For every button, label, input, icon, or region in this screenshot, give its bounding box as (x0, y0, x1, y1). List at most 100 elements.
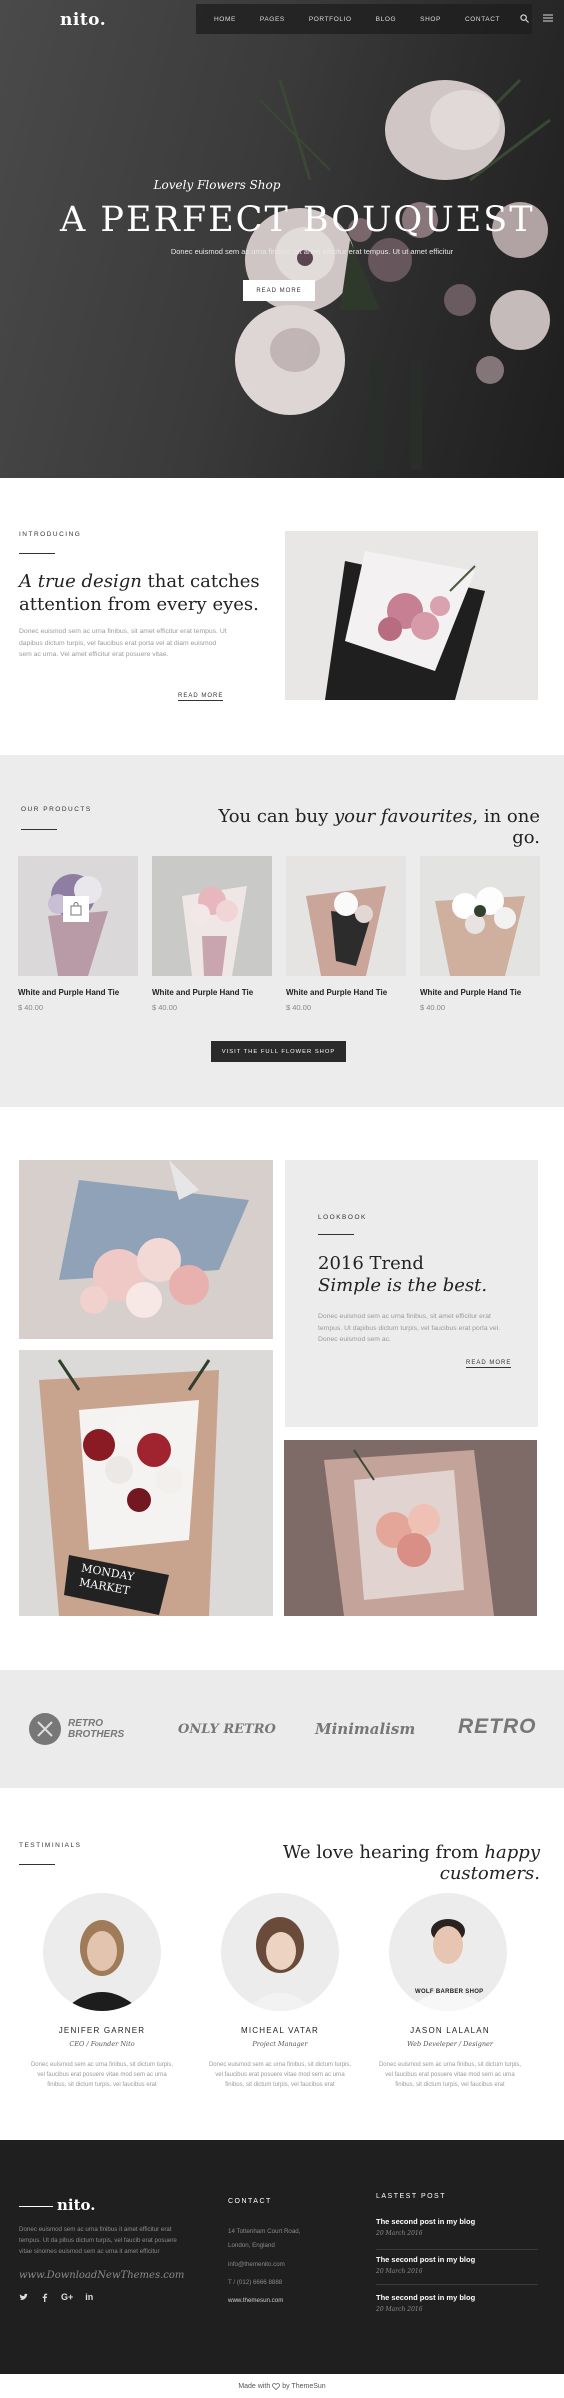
footer-post-date: 20 March 2016 (376, 2268, 423, 2275)
intro-divider (19, 553, 55, 554)
credit-pre: Made with (238, 2382, 271, 2390)
hero-description: Donec euismod sem ac urna finibus, sit a… (170, 247, 454, 256)
product-card-image[interactable] (286, 856, 406, 976)
testimonial-role: Web Develeper / Designer (407, 2040, 493, 2048)
hero-title: A PERFECT BOUQUEST (60, 200, 535, 240)
products-heading: You can buy your favourites, in one go. (200, 806, 540, 848)
brand-logo[interactable]: RETRO BROTHERS (28, 1712, 124, 1746)
hero-subtitle: Lovely Flowers Shop (153, 178, 281, 192)
footer-post-date: 20 March 2016 (376, 2306, 423, 2313)
hero-section: nito. HOME PAGES PORTFOLIO BLOG SHOP CON… (0, 0, 564, 478)
intro-heading-em: A true design (19, 571, 142, 592)
hero-flower-image (235, 78, 551, 470)
footer-logo[interactable]: nito. (57, 2196, 96, 2214)
intro-bouquet-image (285, 531, 538, 700)
footer-credit: Made with by ThemeSun (0, 2374, 564, 2398)
testimonial-name: JASON LALALAN (410, 2026, 490, 2035)
footer-posts-title: LASTEST POST (376, 2193, 446, 2200)
testimonial-quote: Donec euismod sem ac urna finibus, sit d… (30, 2062, 174, 2088)
lookbook-image-2: MONDAY MARKET (19, 1350, 273, 1616)
testimonials-heading: We love hearing from happy customers. (190, 1842, 540, 1884)
intro-heading: A true design that catches attention fro… (19, 570, 269, 616)
product-name[interactable]: White and Purple Hand Tie (420, 988, 521, 997)
intro-heading-line2: attention from every eyes. (19, 594, 259, 615)
footer-post-title[interactable]: The second post in my blog (376, 2255, 475, 2264)
shopping-bag-icon[interactable] (69, 902, 83, 921)
footer-post-divider (376, 2249, 538, 2250)
products-heading-em: your favourites (333, 806, 473, 827)
twitter-icon[interactable] (19, 2293, 28, 2302)
products-eyebrow: OUR PRODUCTS (21, 806, 92, 813)
testimonials-divider (19, 1864, 55, 1865)
nav-contact[interactable]: CONTACT (465, 16, 500, 23)
intro-heading-rest: that catches (141, 571, 260, 592)
heart-icon (272, 2382, 281, 2390)
avatar (221, 1893, 339, 2011)
lookbook-divider (318, 1234, 354, 1235)
footer-post-title[interactable]: The second post in my blog (376, 2293, 475, 2302)
nav-pages[interactable]: PAGES (260, 16, 285, 23)
footer-post-title[interactable]: The second post in my blog (376, 2217, 475, 2226)
testimonial-role: CEO / Founder Nito (69, 2040, 135, 2048)
brand-logo[interactable]: RETRO (458, 1715, 537, 1739)
social-links: G+ in (19, 2293, 93, 2302)
footer-about: Donec euismod sem ac urna finibus it ame… (19, 2226, 177, 2255)
hero-read-more-button[interactable]: READ MORE (243, 280, 315, 301)
footer-post-divider (376, 2284, 538, 2285)
main-nav: HOME PAGES PORTFOLIO BLOG SHOP CONTACT (196, 4, 554, 34)
products-heading-post: , in one go. (472, 806, 540, 848)
testimonials-heading-pre: We love hearing from (282, 1842, 485, 1863)
footer-address1: 14 Tottenham Court Road, (228, 2228, 301, 2235)
lookbook-heading2: Simple is the best. (318, 1275, 488, 1296)
footer-phone: T / (012) 6666 8888 (228, 2279, 283, 2286)
menu-icon[interactable] (543, 14, 554, 24)
footer-logo-rule (19, 2206, 53, 2207)
footer-post-date: 20 March 2016 (376, 2230, 423, 2237)
google-plus-icon[interactable]: G+ (61, 2293, 73, 2302)
lookbook-heading1: 2016 Trend (318, 1253, 424, 1274)
products-heading-pre: You can buy (218, 806, 334, 827)
brand-badge-icon (29, 1713, 61, 1745)
nav-blog[interactable]: BLOG (376, 16, 396, 23)
brand-logo[interactable]: ONLY RETRO (178, 1722, 276, 1737)
brand-line2: BROTHERS (68, 1729, 125, 1740)
product-name[interactable]: White and Purple Hand Tie (18, 988, 119, 997)
product-card-image[interactable] (18, 856, 138, 976)
testimonials-eyebrow: TESTIMINIALS (19, 1842, 82, 1849)
footer-contact-title: CONTACT (228, 2198, 272, 2205)
lookbook-eyebrow: LOOKBOOK (318, 1214, 367, 1221)
product-price: $ 40.00 (420, 1003, 446, 1012)
product-price: $ 40.00 (18, 1003, 44, 1012)
lookbook-body: Donec euismod sem ac urna finibus, sit a… (318, 1313, 501, 1343)
footer-email-link[interactable]: info@themenito.com (228, 2261, 285, 2268)
footer (0, 2140, 564, 2374)
products-divider (21, 829, 57, 830)
brand-logo[interactable]: Minimalism (315, 1720, 415, 1738)
product-name[interactable]: White and Purple Hand Tie (152, 988, 253, 997)
product-price: $ 40.00 (152, 1003, 178, 1012)
nav-portfolio[interactable]: PORTFOLIO (309, 16, 352, 23)
visit-shop-button[interactable]: VISIT THE FULL FLOWER SHOP (211, 1041, 346, 1062)
nav-home[interactable]: HOME (214, 16, 236, 23)
avatar: WOLF BARBER SHOP (389, 1893, 507, 2011)
footer-website-link[interactable]: www.themesun.com (228, 2297, 283, 2304)
site-logo[interactable]: nito. (60, 10, 106, 30)
testimonial-quote: Donec euismod sem ac urna finibus, sit d… (208, 2062, 352, 2088)
intro-read-more-link[interactable]: READ MORE (178, 693, 224, 701)
credit-post: by ThemeSun (282, 2382, 326, 2390)
nav-shop[interactable]: SHOP (420, 16, 441, 23)
product-card-image[interactable] (152, 856, 272, 976)
linkedin-icon[interactable]: in (85, 2293, 93, 2302)
lookbook-read-more-link[interactable]: READ MORE (466, 1360, 512, 1368)
product-card-image[interactable] (420, 856, 540, 976)
product-name[interactable]: White and Purple Hand Tie (286, 988, 387, 997)
search-icon[interactable] (520, 13, 530, 25)
footer-watermark: www.DownloadNewThemes.com (19, 2270, 185, 2281)
testimonial-name: JENIFER GARNER (58, 2026, 146, 2035)
intro-body: Donec euismod sem ac urna finibus, sit a… (19, 628, 227, 658)
shirt-text: WOLF BARBER SHOP (415, 1989, 484, 1995)
facebook-icon[interactable] (40, 2293, 49, 2302)
brand-line1: RETRO (68, 1718, 103, 1729)
lookbook-image-1 (19, 1160, 273, 1339)
footer-address2: London, England (228, 2242, 275, 2249)
